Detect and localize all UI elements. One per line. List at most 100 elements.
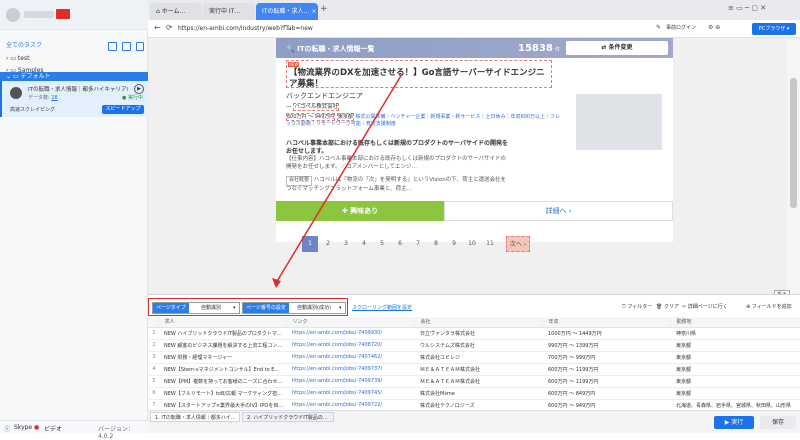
row-number: 6 [148,387,158,400]
data-preview-panel: ページタイプ 自動識別 ▾ ページ番号の設定 自動識別(成功) ▾ スクローリン… [148,294,800,424]
sidebar: 全てのタスク › ▭ test › ▭ Samples ⌄ ▭ デフォルト IT… [0,0,148,440]
avatar[interactable] [6,8,20,22]
version-label: バージョン：4.0.2 [98,426,134,440]
footer-tab-1[interactable]: 1. ITの転職・求人情報｜都多ハイ… [150,412,240,422]
row-number: 1 [148,327,158,340]
skype-link[interactable]: Skype [14,424,32,431]
scroll-setting-link[interactable]: スクローリング範囲を設定 [352,304,412,311]
save-button[interactable]: 保存 [760,416,796,429]
pc-browser-select[interactable]: PCブラウザ ▾ [752,23,796,35]
window-controls[interactable]: ≡ ▭ ─ ▢ ✕ [728,4,766,12]
cell-location[interactable]: 東京都 [670,363,800,376]
cell-job[interactable]: NEW【フルリモート】toB/広報 マーケティング担当… [158,387,286,400]
cell-location[interactable]: 東京都 [670,339,800,352]
import-icon[interactable] [122,42,131,51]
speed-up-button[interactable]: スピードアップ [102,105,144,114]
cell-company[interactable]: ＭＥ＆ＡＴＥＡＭ株式会社 [414,363,542,376]
cell-salary[interactable]: 990万円 〜 1399万円 [542,339,670,352]
address-bar: ← ⟳ https://en-ambi.com/industry/web?fTa… [148,20,800,38]
cell-salary[interactable]: 600万円 〜 1199万円 [542,363,670,376]
table-row[interactable]: 4 NEW【Stern-sマネジメントコンサル】End to E… https://… [148,363,800,376]
status-badge: ● 実行中 [122,95,143,101]
cell-job[interactable]: NEW【Stern-sマネジメントコンサル】End to E… [158,363,286,376]
row-number: 2 [148,339,158,352]
cell-company[interactable]: 株式会社Msme [414,387,542,400]
reload-icon[interactable]: ⟳ [166,23,173,32]
new-tab-button[interactable]: + [320,4,328,14]
url-input[interactable]: https://en-ambi.com/industry/web?fTab=ne… [178,24,558,34]
table-header: 求人 リンク 会社 年収 勤務地 [148,317,800,328]
cell-salary[interactable]: 1000万円 〜 1449万円 [542,327,670,340]
footer-tab-2[interactable]: 2. ハイブリッドクラウドIT製品の… [242,412,334,422]
cell-link[interactable]: https://en-ambi.com/jobs/-7409737/ [286,363,414,376]
data-table: 求人 リンク 会社 年収 勤務地 1 NEW ハイブリッドクラウドIT製品のプロダ… [148,317,800,424]
clear-button[interactable]: 🗑 クリア [656,303,679,310]
new-task-icon[interactable] [108,42,117,51]
col-header-link[interactable]: リンク [286,317,415,328]
run-button[interactable]: ▶ 実行 [714,416,754,429]
cell-job[interactable]: NEW【PM】複数を持ってお客様のニーズに合わせ… [158,375,286,388]
cell-link[interactable]: https://en-ambi.com/jobs/-7408720/ [286,339,414,352]
row-number: 5 [148,375,158,388]
col-header-job[interactable]: 求人 [158,317,287,328]
robot-icon [10,87,22,99]
skype-icon[interactable]: ⓢ [4,424,10,433]
cell-location[interactable]: 東京都 [670,351,800,364]
cell-company[interactable]: ＭＥ＆ＡＴＥＡＭ株式会社 [414,375,542,388]
back-icon[interactable]: ← [154,23,161,32]
video-icon[interactable]: ● [34,424,39,431]
table-row[interactable]: 5 NEW【PM】複数を持ってお客様のニーズに合わせ… https://en-amb… [148,375,800,388]
row-number: 3 [148,351,158,364]
edit-icon[interactable]: ✎ [656,24,661,31]
cell-link[interactable]: https://en-ambi.com/jobs/-7407462/ [286,351,414,364]
cell-link[interactable]: https://en-ambi.com/jobs/-7409745/ [286,387,414,400]
table-row[interactable]: 2 NEW 顧客のビジネス課題を解決する上流工程コンサ… https://en-am… [148,339,800,352]
cell-company[interactable]: 株式会社ユビレジ [414,351,542,364]
pager-label: ページ番号の設定 [243,303,289,313]
cell-link[interactable]: https://en-ambi.com/jobs/-7409739/ [286,375,414,388]
table-row[interactable]: 6 NEW【フルリモート】toB/広報 マーケティング担当… https://en-… [148,387,800,400]
cell-salary[interactable]: 600万円 〜 849万円 [542,387,670,400]
badge-icon [56,9,70,19]
cell-salary[interactable]: 700万円 〜 999万円 [542,351,670,364]
data-count: データ数: 28 [28,95,58,101]
cell-company[interactable]: 日立ヴァンタラ株式会社 [414,327,542,340]
go-detail-button[interactable]: ⇨ 詳細ページに行く [682,303,728,310]
filter-button[interactable]: ⛉ フィルター [622,303,652,310]
cell-location[interactable]: 神奈川県 [670,327,800,340]
cell-job[interactable]: NEW ハイブリッドクラウドIT製品のプロダクトマネ… [158,327,286,340]
tab-running[interactable]: 実行中 IT… [203,3,255,20]
cell-job[interactable]: NEW 顧客のビジネス課題を解決する上流工程コンサ… [158,339,286,352]
row-number: 4 [148,363,158,376]
table-row[interactable]: 3 NEW 財務・経理マネージャー https://en-ambi.com/jobs… [148,351,800,364]
mode-label: 高速スクレイピング [10,107,56,113]
add-folder-icon[interactable] [136,42,144,51]
annotation-arrow [272,73,403,288]
cell-company[interactable]: ウルシステムズ株式会社 [414,339,542,352]
col-header-salary[interactable]: 年収 [542,317,671,328]
pause-icon[interactable]: ▶ [134,84,144,94]
col-header-location[interactable]: 勤務地 [670,317,800,328]
cell-salary[interactable]: 600万円 〜 1199万円 [542,375,670,388]
settings-icon[interactable]: ⚙ ⊕ [708,24,720,31]
tab-bar: ⌂ ホーム… 実行中 IT… ITの転職・求人… × + ≡ ▭ ─ ▢ ✕ [148,0,800,20]
video-link[interactable]: ビデオ [44,424,62,433]
folder-icon: ▭ [10,55,16,62]
table-row[interactable]: 1 NEW ハイブリッドクラウドIT製品のプロダクトマネ… https://en-a… [148,327,800,340]
login-button[interactable]: 事前ログイン [666,24,696,31]
pager-value: 自動識別(成功) [297,305,331,311]
pager-select[interactable]: ページ番号の設定 自動識別(成功) ▾ [242,302,346,314]
folder-test[interactable]: › ▭ test [0,53,148,65]
cell-job[interactable]: NEW 財務・経理マネージャー [158,351,286,364]
account-header [0,0,148,30]
tab-current[interactable]: ITの転職・求人… × [256,3,318,20]
sidebar-footer: ⓢ Skype ● ビデオ バージョン：4.0.2 [0,420,148,440]
account-name [24,11,54,18]
add-field-button[interactable]: ⊕ フィールドを追加 [746,303,792,310]
cell-link[interactable]: https://en-ambi.com/jobs/-7409930/ [286,327,414,340]
col-header-company[interactable]: 会社 [414,317,543,328]
cell-location[interactable]: 東京都 [670,375,800,388]
tab-home[interactable]: ⌂ ホーム… [150,3,202,20]
page-type-select[interactable]: ページタイプ 自動識別 ▾ [152,302,240,314]
cell-location[interactable]: 東京都 [670,387,800,400]
